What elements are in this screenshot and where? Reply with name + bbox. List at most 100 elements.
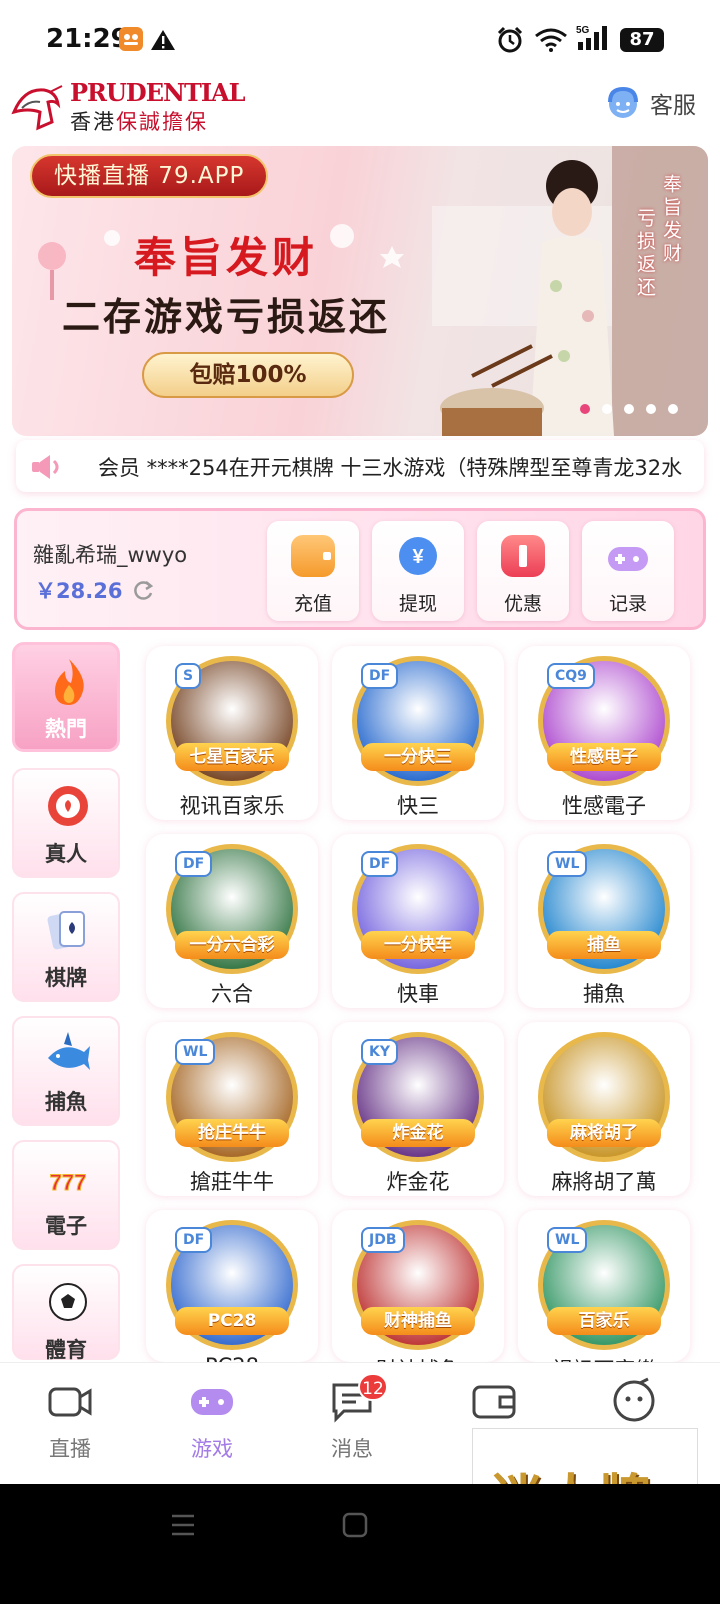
- game-label: 性感電子: [562, 794, 646, 818]
- category-label: 真人: [45, 842, 87, 866]
- game-label: 快三: [397, 794, 439, 818]
- pagination-dot[interactable]: [646, 404, 656, 414]
- game-card[interactable]: JDB财神捕鱼財神捕魚: [332, 1210, 504, 1382]
- provider-badge: WL: [175, 1039, 216, 1065]
- game-art-image: WL 抢庄牛牛: [166, 1032, 298, 1162]
- svg-text:¥: ¥: [412, 546, 424, 568]
- nav-live[interactable]: 直播: [20, 1377, 120, 1463]
- marquee-text: 会员 ****254在开元棋牌 十三水游戏（特殊牌型至尊青龙32水: [98, 456, 683, 480]
- records-label: 记录: [608, 593, 647, 615]
- provider-badge: WL: [547, 1227, 588, 1253]
- video-camera-icon: [48, 1387, 92, 1417]
- game-card[interactable]: S 七星百家乐 视讯百家乐: [146, 646, 318, 820]
- game-card[interactable]: CQ9 性感电子 性感電子: [518, 646, 690, 820]
- provider-badge: CQ9: [547, 663, 595, 689]
- game-label: 六合: [211, 982, 253, 1006]
- game-card[interactable]: DF 一分六合彩六合: [146, 834, 318, 1008]
- status-time: 21:29: [46, 24, 129, 54]
- pagination-dot[interactable]: [624, 404, 634, 414]
- category-chess-cards[interactable]: 棋牌: [12, 892, 120, 1002]
- banner-vertical-text-2: 亏损返还: [634, 208, 656, 300]
- customer-service-button[interactable]: 客服: [604, 84, 696, 122]
- app-notification-icon: [118, 26, 144, 56]
- game-card[interactable]: 麻将胡了 麻將胡了萬: [518, 1022, 690, 1196]
- nav-label: 直播: [49, 1437, 91, 1461]
- game-art-image: DF 一分六合彩: [166, 844, 298, 974]
- gamepad-icon: [191, 1389, 233, 1415]
- game-art-image: 麻将胡了: [538, 1032, 670, 1162]
- category-label: 棋牌: [45, 966, 87, 990]
- nav-profile[interactable]: [584, 1377, 684, 1425]
- pagination-dot[interactable]: [580, 404, 590, 414]
- provider-badge: WL: [547, 851, 588, 877]
- logo-english: PRUDENTIAL: [70, 78, 246, 107]
- game-label: 快車: [397, 982, 439, 1006]
- game-art-title: 捕鱼: [547, 931, 661, 959]
- game-art-title: 炸金花: [361, 1119, 475, 1147]
- pagination-dot[interactable]: [668, 404, 678, 414]
- game-card[interactable]: DF PC28PC28: [146, 1210, 318, 1378]
- game-art-title: 七星百家乐: [175, 743, 289, 771]
- banner-subtitle: 二存游戏亏损返还: [62, 294, 391, 339]
- network-type: 5G: [576, 25, 590, 36]
- withdraw-label: 提现: [398, 593, 437, 615]
- game-card[interactable]: WL百家乐視訊百家樂: [518, 1210, 690, 1382]
- deposit-label: 充值: [293, 593, 332, 615]
- refresh-icon[interactable]: [132, 579, 154, 601]
- promo-banner[interactable]: 快播直播 79.APP 奉旨发财 二存游戏亏损返还 包赔100% 奉旨发财 亏损…: [12, 146, 708, 436]
- category-fishing[interactable]: 捕魚: [12, 1016, 120, 1126]
- game-label: 炸金花: [386, 1170, 450, 1194]
- nav-messages[interactable]: 12 消息: [302, 1373, 402, 1463]
- home-icon[interactable]: [340, 1510, 370, 1540]
- shark-icon: [48, 1032, 90, 1070]
- customer-service-label: 客服: [650, 93, 696, 119]
- cellular-signal-icon: 5G: [576, 24, 610, 56]
- game-card[interactable]: WL 抢庄牛牛搶莊牛牛: [146, 1022, 318, 1196]
- records-button[interactable]: 记录: [582, 521, 674, 621]
- category-live[interactable]: 真人: [12, 768, 120, 878]
- nav-games[interactable]: 游戏: [162, 1377, 262, 1463]
- deposit-button[interactable]: 充值: [267, 521, 359, 621]
- wallet-icon: [472, 1385, 516, 1419]
- game-card[interactable]: WL 捕鱼 捕魚: [518, 834, 690, 1008]
- category-slots[interactable]: 777 電子: [12, 1140, 120, 1250]
- category-label: 熱門: [45, 717, 87, 741]
- wallet-icon: [291, 535, 335, 577]
- banner-vertical-text-1: 奉旨发财: [660, 174, 682, 266]
- category-label: 電子: [45, 1214, 87, 1238]
- provider-badge: DF: [175, 851, 213, 877]
- pagination-dot[interactable]: [602, 404, 612, 414]
- soccer-ball-icon: [49, 1283, 87, 1321]
- headset-icon: [608, 86, 638, 118]
- withdraw-button[interactable]: ¥ 提现: [372, 521, 464, 621]
- wifi-icon: [534, 28, 568, 56]
- recent-apps-icon[interactable]: [170, 1512, 196, 1538]
- battery-indicator: 87: [620, 28, 664, 52]
- banner-pagination[interactable]: [580, 404, 678, 414]
- nav-wallet[interactable]: [444, 1377, 544, 1425]
- announcement-marquee[interactable]: 会员 ****254在开元棋牌 十三水游戏（特殊牌型至尊青龙32水: [16, 440, 704, 492]
- ticket-icon: [501, 535, 545, 577]
- game-art-image: S 七星百家乐: [166, 656, 298, 786]
- message-badge: 12: [358, 1373, 388, 1401]
- game-card[interactable]: DF 一分快三 快三: [332, 646, 504, 820]
- category-sports[interactable]: 體育: [12, 1264, 120, 1362]
- logo-chinese-a: 香港: [70, 110, 116, 134]
- game-art-title: 一分六合彩: [175, 931, 289, 959]
- game-art-title: 一分快三: [361, 743, 475, 771]
- balance: ￥28.26: [35, 575, 154, 605]
- nav-label: 游戏: [191, 1437, 233, 1461]
- game-card[interactable]: KY 炸金花 炸金花: [332, 1022, 504, 1196]
- smiley-icon: [613, 1377, 655, 1422]
- game-card[interactable]: DF 一分快车 快車: [332, 834, 504, 1008]
- category-hot[interactable]: 熱門: [12, 642, 120, 752]
- banner-badge: 快播直播 79.APP: [30, 154, 269, 198]
- game-art-image: JDB 财神捕鱼: [352, 1220, 484, 1350]
- game-label: 搶莊牛牛: [190, 1170, 274, 1194]
- provider-badge: DF: [361, 851, 399, 877]
- flame-icon: [55, 659, 84, 705]
- provider-badge: KY: [361, 1039, 398, 1065]
- system-navigation-bar: [0, 1484, 720, 1604]
- promotions-button[interactable]: 优惠: [477, 521, 569, 621]
- yen-coin-icon: ¥: [396, 535, 440, 577]
